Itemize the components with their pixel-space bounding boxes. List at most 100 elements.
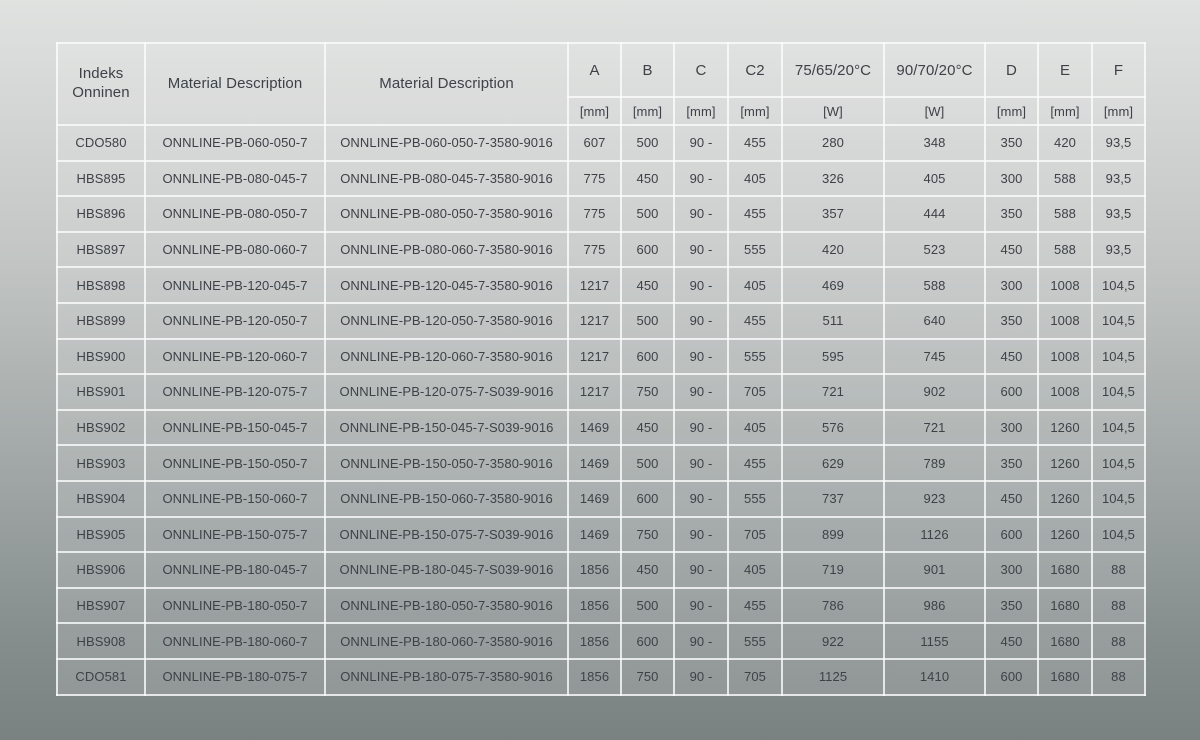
material-description-short-cell: ONNLINE-PB-080-050-7: [145, 196, 325, 232]
table-row: HBS905ONNLINE-PB-150-075-7ONNLINE-PB-150…: [57, 517, 1145, 553]
dim-f-cell: 104,5: [1092, 410, 1145, 446]
dim-d-cell: 300: [985, 161, 1038, 197]
material-description-short-cell: ONNLINE-PB-060-050-7: [145, 125, 325, 161]
dim-e-cell: 1008: [1038, 303, 1092, 339]
dim-d-cell: 600: [985, 659, 1038, 695]
material-description-short-cell: ONNLINE-PB-120-045-7: [145, 267, 325, 303]
unit-col-c: [mm]: [674, 97, 728, 125]
power-75-65-20-cell: 922: [782, 623, 884, 659]
material-description-full-cell: ONNLINE-PB-150-075-7-S039-9016: [325, 517, 568, 553]
index-cell: HBS895: [57, 161, 145, 197]
power-75-65-20-cell: 719: [782, 552, 884, 588]
unit-col-power-75-65-20: [W]: [782, 97, 884, 125]
dim-c2-cell: 705: [728, 659, 782, 695]
dim-d-cell: 600: [985, 517, 1038, 553]
material-description-full-cell: ONNLINE-PB-180-045-7-S039-9016: [325, 552, 568, 588]
dim-b-cell: 600: [621, 339, 674, 375]
index-cell: HBS905: [57, 517, 145, 553]
dim-c2-cell: 405: [728, 161, 782, 197]
power-90-70-20-cell: 902: [884, 374, 985, 410]
power-75-65-20-cell: 280: [782, 125, 884, 161]
material-description-full-cell: ONNLINE-PB-180-050-7-3580-9016: [325, 588, 568, 624]
dim-c-cell: 90 -: [674, 161, 728, 197]
dim-e-cell: 1008: [1038, 374, 1092, 410]
dim-e-cell: 1680: [1038, 552, 1092, 588]
material-description-full-cell: ONNLINE-PB-180-075-7-3580-9016: [325, 659, 568, 695]
dim-a-cell: 1469: [568, 410, 621, 446]
dim-c2-cell: 555: [728, 623, 782, 659]
material-description-short-cell: ONNLINE-PB-120-075-7: [145, 374, 325, 410]
dim-a-cell: 1469: [568, 445, 621, 481]
index-cell: HBS906: [57, 552, 145, 588]
dim-f-cell: 93,5: [1092, 161, 1145, 197]
power-90-70-20-cell: 348: [884, 125, 985, 161]
dim-c2-cell: 455: [728, 588, 782, 624]
power-75-65-20-cell: 469: [782, 267, 884, 303]
material-description-full-cell: ONNLINE-PB-180-060-7-3580-9016: [325, 623, 568, 659]
table-row: HBS898ONNLINE-PB-120-045-7ONNLINE-PB-120…: [57, 267, 1145, 303]
dim-b-cell: 500: [621, 125, 674, 161]
dim-b-cell: 600: [621, 232, 674, 268]
header-row-names: Indeks Onninen Material Description Mate…: [57, 43, 1145, 97]
dim-f-cell: 93,5: [1092, 196, 1145, 232]
material-description-full-cell: ONNLINE-PB-150-060-7-3580-9016: [325, 481, 568, 517]
power-90-70-20-cell: 986: [884, 588, 985, 624]
dim-f-cell: 88: [1092, 659, 1145, 695]
power-75-65-20-cell: 786: [782, 588, 884, 624]
dim-a-cell: 1217: [568, 374, 621, 410]
table-row: HBS900ONNLINE-PB-120-060-7ONNLINE-PB-120…: [57, 339, 1145, 375]
material-description-short-cell: ONNLINE-PB-150-060-7: [145, 481, 325, 517]
header-material-description-full: Material Description: [325, 43, 568, 125]
dim-b-cell: 500: [621, 445, 674, 481]
unit-col-b: [mm]: [621, 97, 674, 125]
dim-f-cell: 88: [1092, 623, 1145, 659]
dim-c-cell: 90 -: [674, 659, 728, 695]
dim-b-cell: 750: [621, 374, 674, 410]
power-75-65-20-cell: 326: [782, 161, 884, 197]
unit-col-e: [mm]: [1038, 97, 1092, 125]
power-90-70-20-cell: 523: [884, 232, 985, 268]
dim-c2-cell: 405: [728, 410, 782, 446]
power-90-70-20-cell: 1155: [884, 623, 985, 659]
power-90-70-20-cell: 901: [884, 552, 985, 588]
table-row: HBS896ONNLINE-PB-080-050-7ONNLINE-PB-080…: [57, 196, 1145, 232]
material-description-short-cell: ONNLINE-PB-120-050-7: [145, 303, 325, 339]
unit-col-f: [mm]: [1092, 97, 1145, 125]
material-description-short-cell: ONNLINE-PB-150-045-7: [145, 410, 325, 446]
dim-c-cell: 90 -: [674, 552, 728, 588]
index-cell: HBS898: [57, 267, 145, 303]
dim-d-cell: 450: [985, 339, 1038, 375]
index-cell: CDO581: [57, 659, 145, 695]
power-75-65-20-cell: 721: [782, 374, 884, 410]
dim-d-cell: 300: [985, 552, 1038, 588]
dim-d-cell: 350: [985, 196, 1038, 232]
table-row: HBS897ONNLINE-PB-080-060-7ONNLINE-PB-080…: [57, 232, 1145, 268]
header-col-a: A: [568, 43, 621, 97]
dim-b-cell: 750: [621, 517, 674, 553]
material-description-short-cell: ONNLINE-PB-080-060-7: [145, 232, 325, 268]
dim-c-cell: 90 -: [674, 623, 728, 659]
table-row: HBS895ONNLINE-PB-080-045-7ONNLINE-PB-080…: [57, 161, 1145, 197]
power-90-70-20-cell: 923: [884, 481, 985, 517]
dim-a-cell: 1217: [568, 339, 621, 375]
index-cell: CDO580: [57, 125, 145, 161]
product-spec-table: Indeks Onninen Material Description Mate…: [56, 42, 1146, 696]
material-description-short-cell: ONNLINE-PB-180-075-7: [145, 659, 325, 695]
dim-e-cell: 1680: [1038, 623, 1092, 659]
table-row: HBS906ONNLINE-PB-180-045-7ONNLINE-PB-180…: [57, 552, 1145, 588]
dim-c2-cell: 555: [728, 232, 782, 268]
material-description-full-cell: ONNLINE-PB-120-075-7-S039-9016: [325, 374, 568, 410]
index-cell: HBS908: [57, 623, 145, 659]
dim-b-cell: 450: [621, 161, 674, 197]
dim-d-cell: 450: [985, 481, 1038, 517]
material-description-full-cell: ONNLINE-PB-060-050-7-3580-9016: [325, 125, 568, 161]
dim-c2-cell: 455: [728, 445, 782, 481]
table-row: HBS899ONNLINE-PB-120-050-7ONNLINE-PB-120…: [57, 303, 1145, 339]
dim-c2-cell: 455: [728, 196, 782, 232]
dim-c-cell: 90 -: [674, 196, 728, 232]
dim-d-cell: 600: [985, 374, 1038, 410]
dim-e-cell: 1680: [1038, 588, 1092, 624]
dim-a-cell: 1856: [568, 623, 621, 659]
index-cell: HBS899: [57, 303, 145, 339]
dim-b-cell: 500: [621, 196, 674, 232]
